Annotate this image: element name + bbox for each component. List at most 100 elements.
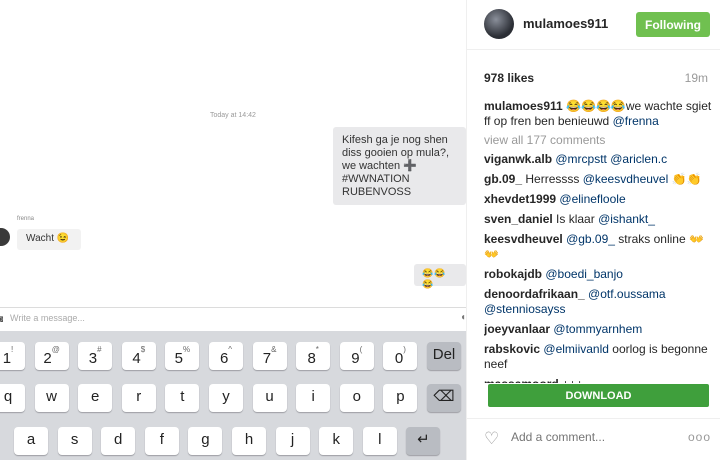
keyboard-key[interactable]: r [121,384,156,412]
comment-mention[interactable]: @elmiivanld [543,342,609,356]
comment-item: xhevdet1999 @elinefloole [484,192,714,207]
key-secondary-label: ( [359,345,363,354]
key-label: y [222,388,230,405]
keyboard-key[interactable]: 8* [296,342,331,370]
comment-username[interactable]: sven_daniel [484,212,553,226]
key-label: 0 [394,350,404,367]
key-label: q [3,388,13,405]
comment-username[interactable]: denoordafrikaan_ [484,287,585,301]
caption-username[interactable]: mulamoes911 [484,99,563,113]
keyboard-key[interactable]: 9( [339,342,374,370]
camera-icon: ◙ [0,314,4,325]
emoji-message-bubble: 😂😂😂 [414,264,466,289]
caption-emojis: 😂😂😂😂 [566,99,626,113]
comment-item: keesvdheuvel @gb.09_ straks online 👐👐 [484,232,714,262]
keyboard-key[interactable]: k [319,427,354,455]
keyboard-key[interactable]: g [188,427,223,455]
comment-mention[interactable]: @otf.oussama [588,287,666,301]
keyboard-key[interactable]: j [275,427,310,455]
comment-mention[interactable]: @tommyarnhem [553,322,642,336]
keyboard-key[interactable]: e [78,384,113,412]
incoming-message-bubble: Wacht 😉 [17,229,81,250]
comment-item: joeyvanlaar @tommyarnhem [484,322,714,337]
keyboard-key[interactable]: d [101,427,136,455]
comment-username[interactable]: rabskovic [484,342,540,356]
keyboard-key[interactable]: y [209,384,243,412]
comment-mention[interactable]: @gb.09_ [566,232,615,246]
keyboard-key[interactable]: h [232,427,266,455]
sender-avatar [0,228,10,246]
add-comment-input[interactable] [511,430,671,444]
comment-username[interactable]: xhevdet1999 [484,192,556,206]
download-button[interactable]: DOWNLOAD [488,384,709,407]
key-label: k [332,431,340,448]
keyboard-key[interactable]: 3# [78,342,113,370]
profile-avatar[interactable] [484,9,514,39]
view-all-comments-link[interactable]: view all 177 comments [484,133,714,148]
comment-mention[interactable]: @ariclen.c [610,152,667,166]
comment-username[interactable]: massamoord [484,377,559,383]
keyboard-key[interactable]: i [296,384,331,412]
key-secondary-label: & [271,345,277,354]
keyboard-key[interactable]: 4$ [121,342,156,370]
comment-mention[interactable]: @elinefloole [559,192,625,206]
comment-mention[interactable]: @keesvdheuvel [583,172,669,186]
keyboard-key[interactable]: 7& [252,342,287,370]
comment-username[interactable]: joeyvanlaar [484,322,550,336]
key-label: i [311,388,315,405]
key-label: p [396,388,405,405]
backspace-key[interactable]: ⌫ [427,384,461,412]
likes-count[interactable]: 978 likes [484,71,534,85]
key-secondary-label: % [183,345,191,354]
key-secondary-label: $ [140,345,146,354]
header-username[interactable]: mulamoes911 [523,16,608,31]
comment-mention[interactable]: @boedi_banjo [545,267,623,281]
comment-username[interactable]: viganwk.alb [484,152,552,166]
outgoing-message-bubble: Kifesh ga je nog shen diss gooien op mul… [333,127,466,205]
post-header: mulamoes911 Following [467,0,720,50]
comment-username[interactable]: keesvdheuvel [484,232,563,246]
key-label: h [244,431,254,448]
key-label: w [46,388,58,405]
comment-text: straks online [614,232,689,246]
key-label: l [378,431,382,448]
comment-username[interactable]: gb.09_ [484,172,522,186]
keyboard-key[interactable]: a [14,427,48,455]
key-secondary-label: ! [11,345,14,354]
comment-item: viganwk.alb @mrcpstt @ariclen.c [484,152,714,167]
keyboard-key[interactable]: 5% [165,342,200,370]
sender-name: frenna [17,216,35,222]
keyboard-key[interactable]: 6^ [209,342,243,370]
keyboard-key[interactable]: q [0,384,25,412]
enter-key[interactable]: ↵ [406,427,441,455]
keyboard-key[interactable]: p [383,384,418,412]
key-label: 5 [174,350,183,367]
keyboard-key[interactable]: 2@ [34,342,69,370]
following-button[interactable]: Following [636,12,710,37]
comment-username[interactable]: robokajdb [484,267,542,281]
key-label: 1 [2,350,12,367]
caption-mention[interactable]: @frenna [613,114,659,128]
post-photo[interactable]: Today at 14:42 Kifesh ga je nog shen dis… [0,0,466,460]
keyboard-key[interactable]: s [57,427,92,455]
comment-mention[interactable]: @stenniosayss [484,302,566,316]
keyboard-key[interactable]: f [144,427,179,455]
comment-mention[interactable]: @mrcpstt [555,152,607,166]
keyboard-key[interactable]: Del [427,342,461,370]
keyboard-key[interactable]: 1! [0,342,25,370]
key-label: r [136,388,142,405]
comment-item: denoordafrikaan_ @otf.oussama @stenniosa… [484,287,714,317]
comment-mention[interactable]: @ishankt_ [598,212,655,226]
keyboard-key[interactable]: w [34,384,69,412]
key-label: 4 [132,350,141,367]
keyboard-key[interactable]: o [339,384,374,412]
keyboard-key[interactable]: 0) [383,342,418,370]
keyboard-key[interactable]: l [362,427,397,455]
key-label: 9 [351,350,360,367]
comments-list: mulamoes911 😂😂😂😂we wachte sgiet ff op fr… [484,99,714,383]
keyboard-key[interactable]: t [165,384,200,412]
heart-outline-icon[interactable]: ♡ [484,430,499,448]
more-options-icon[interactable]: ooo [688,430,711,444]
key-label: Del [432,346,456,363]
keyboard-key[interactable]: u [252,384,287,412]
